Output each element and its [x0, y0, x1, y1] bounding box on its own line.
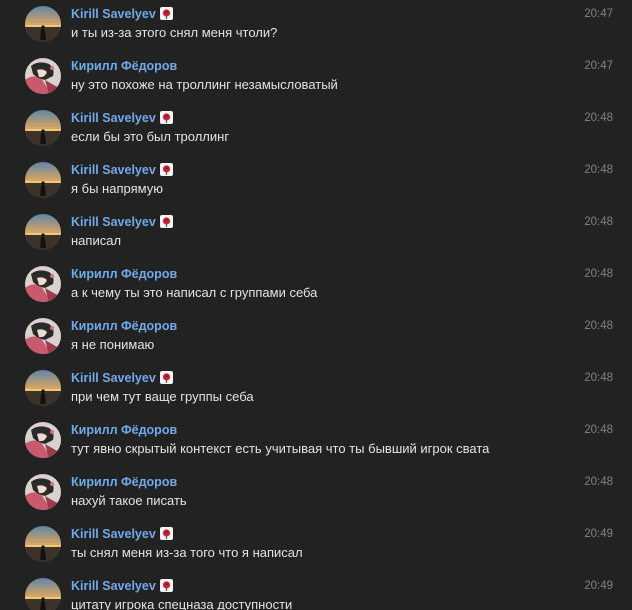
- anime-character-avatar[interactable]: [25, 58, 61, 94]
- message-text: тут явно скрытый контекст есть учитывая …: [71, 441, 490, 456]
- message-row[interactable]: Kirill Savelyev 20:48 написал: [0, 210, 632, 262]
- sunset-landscape-avatar[interactable]: [25, 370, 61, 406]
- author-name[interactable]: Kirill Savelyev: [71, 7, 156, 21]
- message-author[interactable]: Kirill Savelyev: [71, 578, 173, 594]
- message-row[interactable]: Кирилл Фёдоров 20:48 нахуй такое писать: [0, 470, 632, 522]
- message-time[interactable]: 20:48: [584, 474, 613, 490]
- author-name[interactable]: Кирилл Фёдоров: [71, 319, 177, 333]
- anime-character-avatar[interactable]: [25, 318, 61, 354]
- chat-message-list: Kirill Savelyev 20:47 и ты из-за этого сня…: [0, 0, 632, 610]
- message-text: написал: [71, 233, 122, 248]
- message-text: ты снял меня из-за того что я написал: [71, 545, 303, 560]
- message-author[interactable]: Kirill Savelyev: [71, 370, 173, 386]
- anime-character-avatar[interactable]: [25, 422, 61, 458]
- author-name[interactable]: Kirill Savelyev: [71, 163, 156, 177]
- author-name[interactable]: Kirill Savelyev: [71, 371, 156, 385]
- message-row[interactable]: Kirill Savelyev 20:48 при чем тут ваще гру…: [0, 366, 632, 418]
- sunset-landscape-avatar[interactable]: [25, 6, 61, 42]
- message-time[interactable]: 20:47: [584, 58, 613, 74]
- author-name[interactable]: Кирилл Фёдоров: [71, 267, 177, 281]
- message-author[interactable]: Кирилл Фёдоров: [71, 58, 177, 74]
- author-name[interactable]: Кирилл Фёдоров: [71, 423, 177, 437]
- anime-character-avatar[interactable]: [25, 266, 61, 302]
- message-text: а к чему ты это написал с группами себа: [71, 285, 318, 300]
- rose-emoji-icon: [159, 527, 173, 541]
- author-name[interactable]: Kirill Savelyev: [71, 215, 156, 229]
- rose-emoji-icon: [159, 7, 173, 21]
- message-time[interactable]: 20:48: [584, 370, 613, 386]
- message-author[interactable]: Кирилл Фёдоров: [71, 318, 177, 334]
- message-time[interactable]: 20:48: [584, 110, 613, 126]
- sunset-landscape-avatar[interactable]: [25, 110, 61, 146]
- message-author[interactable]: Kirill Savelyev: [71, 162, 173, 178]
- rose-emoji-icon: [159, 111, 173, 125]
- message-author[interactable]: Кирилл Фёдоров: [71, 474, 177, 490]
- anime-character-avatar[interactable]: [25, 474, 61, 510]
- message-row[interactable]: Kirill Savelyev 20:47 и ты из-за этого сня…: [0, 2, 632, 54]
- message-text: и ты из-за этого снял меня чтоли?: [71, 25, 278, 40]
- message-row[interactable]: Kirill Savelyev 20:48 я бы напрямую: [0, 158, 632, 210]
- message-time[interactable]: 20:48: [584, 162, 613, 178]
- message-text: при чем тут ваще группы себа: [71, 389, 254, 404]
- message-time[interactable]: 20:49: [584, 578, 613, 594]
- message-time[interactable]: 20:48: [584, 266, 613, 282]
- message-time[interactable]: 20:49: [584, 526, 613, 542]
- message-row[interactable]: Кирилл Фёдоров 20:48 я не понимаю: [0, 314, 632, 366]
- message-row[interactable]: Kirill Savelyev 20:49 цитату игрока спецна…: [0, 574, 632, 610]
- message-author[interactable]: Kirill Savelyev: [71, 6, 173, 22]
- author-name[interactable]: Kirill Savelyev: [71, 527, 156, 541]
- message-time[interactable]: 20:47: [584, 6, 613, 22]
- sunset-landscape-avatar[interactable]: [25, 214, 61, 250]
- message-row[interactable]: Кирилл Фёдоров 20:48 тут явно скрытый конт…: [0, 418, 632, 470]
- message-author[interactable]: Kirill Savelyev: [71, 110, 173, 126]
- rose-emoji-icon: [159, 371, 173, 385]
- message-row[interactable]: Kirill Savelyev 20:49 ты снял меня из-за т…: [0, 522, 632, 574]
- rose-emoji-icon: [159, 215, 173, 229]
- message-row[interactable]: Kirill Savelyev 20:48 если бы это был трол…: [0, 106, 632, 158]
- message-time[interactable]: 20:48: [584, 214, 613, 230]
- message-text: цитату игрока спецназа доступности: [71, 597, 293, 610]
- author-name[interactable]: Кирилл Фёдоров: [71, 59, 177, 73]
- message-text: я не понимаю: [71, 337, 155, 352]
- rose-emoji-icon: [159, 579, 173, 593]
- message-time[interactable]: 20:48: [584, 318, 613, 334]
- message-text: ну это похоже на троллинг незамысловатый: [71, 77, 338, 92]
- sunset-landscape-avatar[interactable]: [25, 162, 61, 198]
- message-author[interactable]: Kirill Savelyev: [71, 214, 173, 230]
- message-row[interactable]: Кирилл Фёдоров 20:48 а к чему ты это напис…: [0, 262, 632, 314]
- message-author[interactable]: Кирилл Фёдоров: [71, 266, 177, 282]
- message-row[interactable]: Кирилл Фёдоров 20:47 ну это похоже на трол…: [0, 54, 632, 106]
- rose-emoji-icon: [159, 163, 173, 177]
- author-name[interactable]: Kirill Savelyev: [71, 111, 156, 125]
- message-text: нахуй такое писать: [71, 493, 187, 508]
- message-text: я бы напрямую: [71, 181, 163, 196]
- message-time[interactable]: 20:48: [584, 422, 613, 438]
- message-text: если бы это был троллинг: [71, 129, 230, 144]
- message-author[interactable]: Кирилл Фёдоров: [71, 422, 177, 438]
- message-author[interactable]: Kirill Savelyev: [71, 526, 173, 542]
- author-name[interactable]: Кирилл Фёдоров: [71, 475, 177, 489]
- sunset-landscape-avatar[interactable]: [25, 578, 61, 610]
- sunset-landscape-avatar[interactable]: [25, 526, 61, 562]
- author-name[interactable]: Kirill Savelyev: [71, 579, 156, 593]
